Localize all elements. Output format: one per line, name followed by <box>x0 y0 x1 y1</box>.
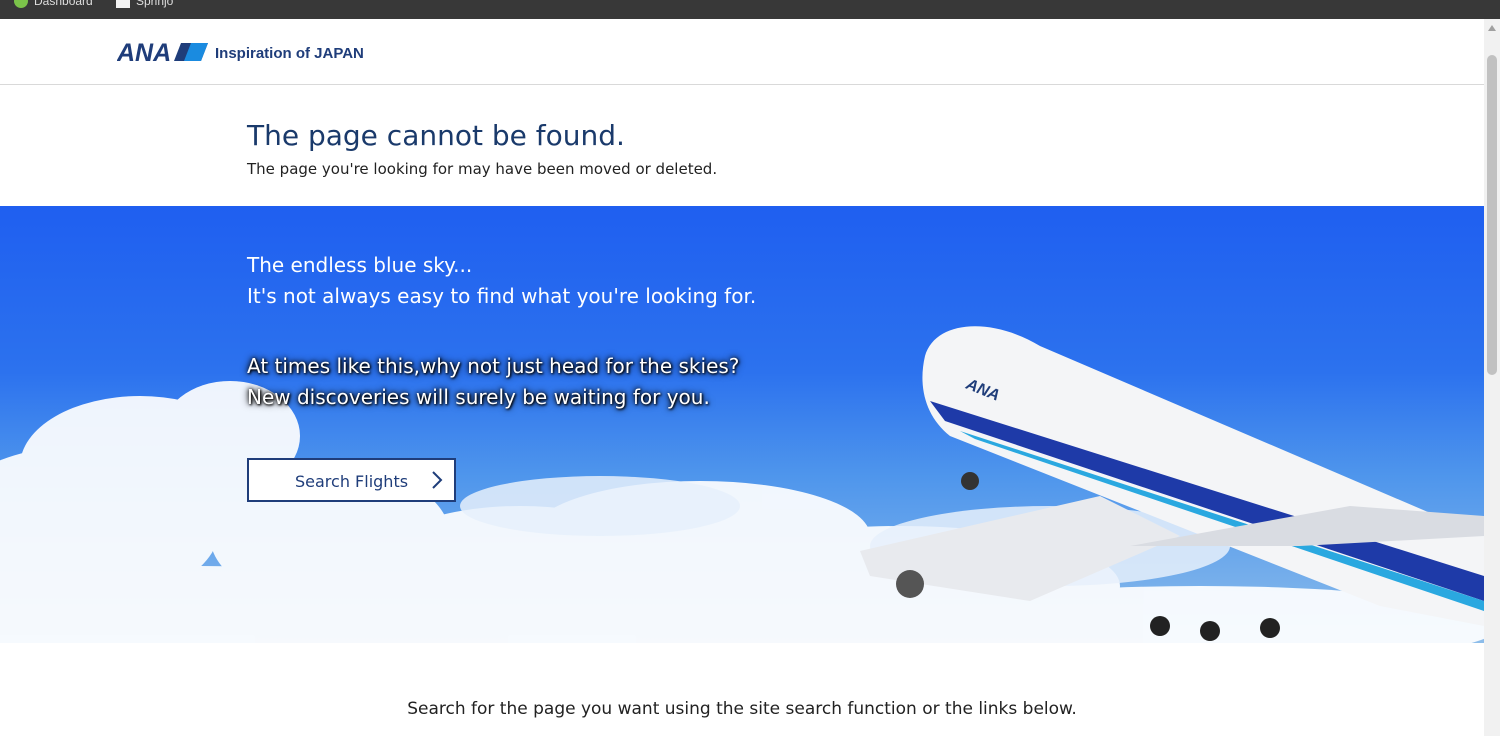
hero-banner: ANA The endless blue sky... It's not alw… <box>0 206 1484 643</box>
hero-line-4: New discoveries will surely be waiting f… <box>247 385 710 409</box>
search-hint-text: Search for the page you want using the s… <box>407 699 1077 719</box>
scroll-up-icon[interactable] <box>1488 25 1496 31</box>
scrollbar-thumb[interactable] <box>1487 55 1497 375</box>
bookmark-dashboard[interactable]: Dashboard <box>14 0 93 8</box>
dashboard-icon <box>14 0 28 8</box>
bookmark-sprinjo[interactable]: Sprinjo <box>116 0 173 8</box>
page-subtitle: The page you're looking for may have bee… <box>247 160 718 178</box>
bookmarks-bar: Dashboard Sprinjo <box>0 0 1500 19</box>
hero-line-2: It's not always easy to find what you're… <box>247 284 757 308</box>
page-title: The page cannot be found. <box>247 119 625 152</box>
logo-text: ANA <box>117 39 171 65</box>
hero-line-3: At times like this,why not just head for… <box>247 354 740 378</box>
tagline: Inspiration of JAPAN <box>215 45 364 62</box>
bookmark-label: Dashboard <box>34 0 93 8</box>
hero-line-1: The endless blue sky... <box>247 253 473 277</box>
sky-airplane-image: ANA <box>0 326 1484 643</box>
site-header: ANA Inspiration of JAPAN <box>0 19 1484 85</box>
chevron-right-icon <box>432 471 443 489</box>
page-icon <box>116 0 130 8</box>
bookmark-label: Sprinjo <box>136 0 174 8</box>
search-flights-button[interactable]: Search Flights <box>247 458 456 502</box>
page-scrollbar[interactable] <box>1484 19 1500 736</box>
ana-logo[interactable]: ANA <box>117 39 209 65</box>
search-flights-label: Search Flights <box>295 472 409 491</box>
